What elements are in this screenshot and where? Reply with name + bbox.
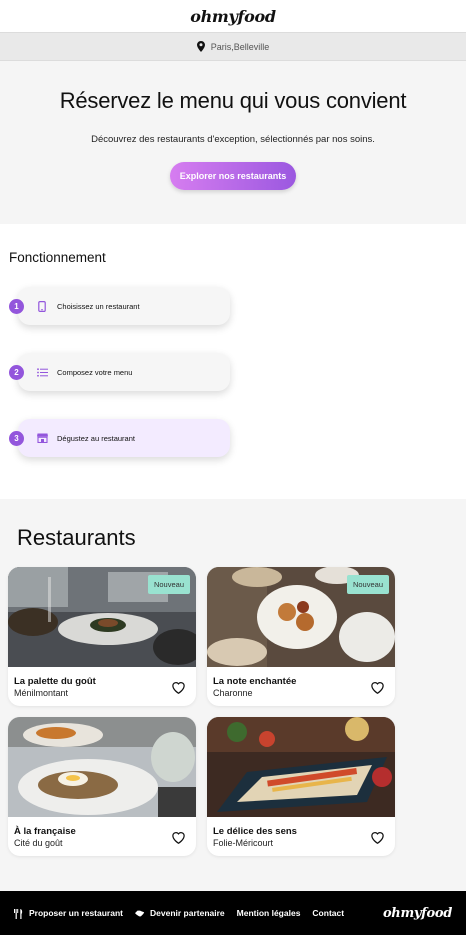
restaurant-area: Ménilmontant <box>14 688 69 698</box>
location-text: Paris,Belleville <box>210 41 270 52</box>
step-label: Choisissez un restaurant <box>57 301 140 311</box>
restaurant-card[interactable]: À la française Cité du goût <box>8 717 196 856</box>
new-badge: Nouveau <box>147 575 190 594</box>
site-logo[interactable]: ohmyfood <box>190 7 276 26</box>
restaurants-section: Restaurants Nouveau La palette du goût M… <box>0 499 466 891</box>
handshake-icon <box>135 909 145 918</box>
footer-logo[interactable]: ohmyfood <box>383 906 452 921</box>
restaurant-card[interactable]: Le délice des sens Folie-Méricourt <box>207 717 395 856</box>
footer-link-propose-restaurant[interactable]: Proposer un restaurant <box>14 908 123 919</box>
new-badge: Nouveau <box>346 575 389 594</box>
location-bar[interactable]: Paris,Belleville <box>0 32 466 61</box>
step-number: 1 <box>9 298 24 314</box>
restaurant-photo <box>8 717 196 817</box>
restaurant-name: À la française <box>14 826 76 837</box>
site-header: ohmyfood <box>0 0 466 32</box>
section-title-restaurants: Restaurants <box>17 525 136 550</box>
footer-link-label: Devenir partenaire <box>150 908 225 918</box>
hero-title: Réservez le menu qui vous convient <box>59 88 407 113</box>
step-2[interactable]: 2 Composez votre menu <box>9 353 230 391</box>
explore-restaurants-button[interactable]: Explorer nos restaurants <box>169 162 297 190</box>
heart-icon[interactable] <box>171 680 186 694</box>
footer-link-label: Proposer un restaurant <box>29 908 123 918</box>
restaurant-area: Cité du goût <box>14 838 63 848</box>
restaurant-name: Le délice des sens <box>213 826 297 837</box>
restaurant-area: Folie-Méricourt <box>213 838 274 848</box>
heart-icon[interactable] <box>370 680 385 694</box>
mobile-phone-icon <box>36 300 48 312</box>
site-footer: Proposer un restaurant Devenir partenair… <box>0 891 466 935</box>
map-pin-icon <box>196 41 205 52</box>
restaurant-photo: Nouveau <box>8 567 196 667</box>
footer-link-legal[interactable]: Mention légales <box>237 908 301 918</box>
heart-icon[interactable] <box>171 830 186 844</box>
restaurant-name: La palette du goût <box>14 676 96 687</box>
restaurant-photo <box>207 717 395 817</box>
restaurant-name: La note enchantée <box>213 676 297 687</box>
restaurant-photo: Nouveau <box>207 567 395 667</box>
step-1[interactable]: 1 Choisissez un restaurant <box>9 287 230 325</box>
heart-icon[interactable] <box>370 830 385 844</box>
hero-subtitle: Découvrez des restaurants d'exception, s… <box>91 134 375 145</box>
step-3[interactable]: 3 Dégustez au restaurant <box>9 419 230 457</box>
step-number: 2 <box>9 364 24 380</box>
step-label: Composez votre menu <box>57 367 133 377</box>
utensils-icon <box>14 908 24 919</box>
step-number: 3 <box>9 430 24 446</box>
step-label: Dégustez au restaurant <box>57 433 135 443</box>
restaurant-area: Charonne <box>213 688 253 698</box>
restaurant-card[interactable]: Nouveau La palette du goût Ménilmontant <box>8 567 196 706</box>
store-icon <box>36 432 48 444</box>
section-title-fonctionnement: Fonctionnement <box>9 250 106 265</box>
hero-section: Réservez le menu qui vous convient Décou… <box>0 61 466 224</box>
restaurant-card[interactable]: Nouveau La note enchantée Charonne <box>207 567 395 706</box>
footer-link-label: Mention légales <box>236 908 301 918</box>
step-card[interactable]: Dégustez au restaurant <box>18 419 230 457</box>
step-card[interactable]: Choisissez un restaurant <box>18 287 230 325</box>
how-it-works-section: Fonctionnement 1 Choisissez un restauran… <box>0 224 466 499</box>
list-icon <box>36 366 48 378</box>
footer-link-label: Contact <box>312 908 345 918</box>
footer-link-contact[interactable]: Contact <box>312 908 344 918</box>
footer-link-partner[interactable]: Devenir partenaire <box>135 908 225 918</box>
step-card[interactable]: Composez votre menu <box>18 353 230 391</box>
